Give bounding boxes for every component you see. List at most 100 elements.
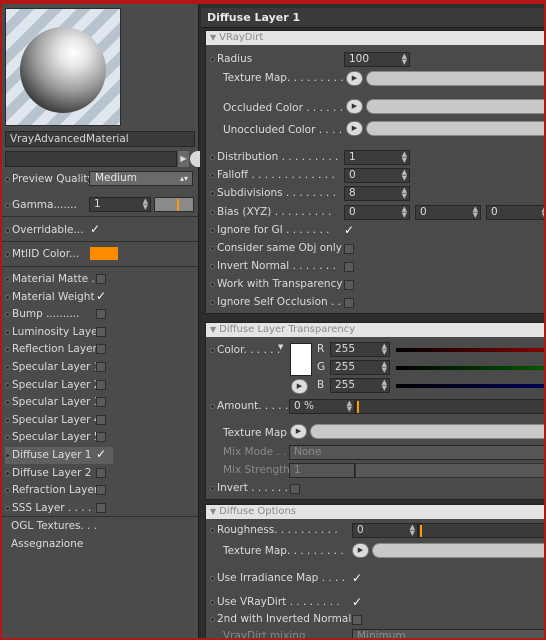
animation-dot-icon[interactable] — [210, 575, 215, 581]
spinner-icon[interactable]: ▲▼ — [542, 206, 544, 219]
preview-quality-dropdown[interactable]: Medium ▴▾ — [89, 171, 193, 186]
roughness-slider[interactable] — [418, 523, 544, 538]
spinner-icon[interactable]: ▲▼ — [402, 53, 407, 66]
occluded-color-button[interactable]: ▶ — [346, 99, 363, 114]
layer-checkbox[interactable] — [96, 450, 106, 460]
use-irradiance-checkbox[interactable] — [352, 574, 362, 584]
spinner-icon[interactable]: ▲▼ — [410, 524, 415, 537]
animation-dot-icon[interactable] — [210, 485, 215, 491]
animation-dot-icon[interactable] — [5, 382, 10, 388]
b-input[interactable]: 255 ▲ ▼ — [330, 378, 390, 393]
ignore-self-checkbox[interactable] — [344, 298, 354, 308]
layer-checkbox[interactable] — [96, 415, 106, 425]
collapse-triangle-icon[interactable]: ▼ — [210, 33, 216, 42]
spinner-icon[interactable]: ▲▼ — [402, 206, 407, 219]
animation-dot-icon[interactable] — [210, 56, 215, 62]
animation-dot-icon[interactable] — [210, 263, 215, 269]
animation-dot-icon[interactable] — [210, 281, 215, 287]
trans-color-button[interactable]: ▶ — [291, 379, 308, 394]
layer-checkbox[interactable] — [96, 468, 106, 478]
r-slider[interactable] — [396, 348, 544, 352]
animation-dot-icon[interactable] — [5, 505, 10, 511]
opt-texture-slot[interactable] — [372, 543, 544, 558]
overridable-checkbox[interactable] — [90, 225, 100, 235]
layer-checkbox[interactable] — [96, 380, 106, 390]
occluded-color-slot[interactable] — [366, 99, 544, 114]
vraydirt-mixing-dropdown[interactable]: Minimum — [352, 629, 544, 638]
animation-dot-icon[interactable] — [5, 470, 10, 476]
spinner-icon[interactable]: ▲▼ — [382, 379, 387, 392]
invert-checkbox[interactable] — [290, 484, 300, 494]
animation-dot-icon[interactable] — [5, 251, 10, 257]
use-vraydirt-checkbox[interactable] — [352, 598, 362, 608]
animation-dot-icon[interactable] — [5, 202, 10, 208]
transparency-header[interactable]: ▼ Diffuse Layer Transparency — [206, 323, 544, 337]
invert-normal-checkbox[interactable] — [344, 262, 354, 272]
mix-strength-slider[interactable] — [355, 463, 544, 478]
mix-strength-input[interactable]: 1 — [289, 463, 355, 478]
options-header[interactable]: ▼ Diffuse Options — [206, 505, 544, 519]
material-circle-icon[interactable] — [190, 151, 200, 167]
unoccluded-color-button[interactable]: ▶ — [346, 121, 363, 136]
animation-dot-icon[interactable] — [5, 452, 10, 458]
slider-handle[interactable] — [420, 525, 422, 537]
layer-checkbox[interactable] — [96, 274, 106, 284]
opt-texture-button[interactable]: ▶ — [352, 543, 369, 558]
animation-dot-icon[interactable] — [210, 347, 215, 353]
bias-z-input[interactable]: 0 ▲▼ — [486, 205, 544, 220]
bias-x-input[interactable]: 0 ▲ ▼ — [344, 205, 410, 220]
spinner-icon[interactable]: ▲▼ — [402, 187, 407, 200]
layer-checkbox[interactable] — [96, 362, 106, 372]
g-slider[interactable] — [396, 366, 544, 370]
spinner-icon[interactable]: ▲▼ — [402, 151, 407, 164]
bias-y-input[interactable]: 0 ▲ ▼ — [415, 205, 481, 220]
slider-handle[interactable] — [177, 199, 179, 211]
layer-checkbox[interactable] — [96, 309, 106, 319]
animation-dot-icon[interactable] — [5, 176, 10, 182]
dirt-texture-map-button[interactable]: ▶ — [346, 71, 363, 86]
trans-texture-button[interactable]: ▶ — [290, 424, 307, 439]
animation-dot-icon[interactable] — [5, 364, 10, 370]
material-arrow-icon[interactable]: ▶ — [178, 151, 189, 167]
animation-dot-icon[interactable] — [5, 294, 10, 300]
collapse-triangle-icon[interactable]: ▼ — [210, 325, 216, 334]
trans-texture-slot[interactable] — [310, 424, 544, 439]
color-menu-arrow-icon[interactable]: ▼ — [278, 343, 283, 351]
radius-input[interactable]: 100 ▲ ▼ — [344, 52, 410, 67]
mtlid-color-swatch[interactable] — [90, 247, 118, 260]
animation-dot-icon[interactable] — [210, 209, 215, 215]
spinner-icon[interactable]: ▲▼ — [347, 400, 352, 413]
ignore-gi-checkbox[interactable] — [344, 226, 354, 236]
layer-checkbox[interactable] — [96, 432, 106, 442]
unoccluded-color-slot[interactable] — [366, 121, 544, 136]
animation-dot-icon[interactable] — [5, 399, 10, 405]
spinner-icon[interactable]: ▲▼ — [473, 206, 478, 219]
animation-dot-icon[interactable] — [5, 276, 10, 282]
animation-dot-icon[interactable] — [210, 527, 215, 533]
layer-checkbox[interactable] — [96, 292, 106, 302]
amount-input[interactable]: 0 % ▲ ▼ — [289, 399, 355, 414]
second-inverted-checkbox[interactable] — [352, 615, 362, 625]
r-input[interactable]: 255 ▲ ▼ — [330, 342, 390, 357]
collapse-triangle-icon[interactable]: ▼ — [210, 507, 216, 516]
roughness-input[interactable]: 0 ▲ ▼ — [352, 523, 418, 538]
animation-dot-icon[interactable] — [210, 616, 215, 622]
spinner-icon[interactable]: ▲▼ — [402, 169, 407, 182]
amount-slider[interactable] — [355, 399, 544, 414]
animation-dot-icon[interactable] — [5, 311, 10, 317]
animation-dot-icon[interactable] — [210, 154, 215, 160]
material-preview[interactable] — [5, 8, 121, 126]
animation-dot-icon[interactable] — [5, 434, 10, 440]
ogl-textures-row[interactable]: OGL Textures. . . — [11, 518, 97, 535]
layer-checkbox[interactable] — [96, 485, 106, 495]
material-path-field[interactable] — [5, 151, 177, 167]
g-input[interactable]: 255 ▲ ▼ — [330, 360, 390, 375]
animation-dot-icon[interactable] — [210, 403, 215, 409]
animation-dot-icon[interactable] — [5, 227, 10, 233]
slider-handle[interactable] — [357, 401, 359, 413]
spinner-icon[interactable]: ▲▼ — [382, 361, 387, 374]
animation-dot-icon[interactable] — [210, 245, 215, 251]
spinner-icon[interactable]: ▲▼ — [143, 198, 148, 211]
material-name-field[interactable]: VrayAdvancedMaterial — [5, 131, 195, 147]
animation-dot-icon[interactable] — [5, 417, 10, 423]
